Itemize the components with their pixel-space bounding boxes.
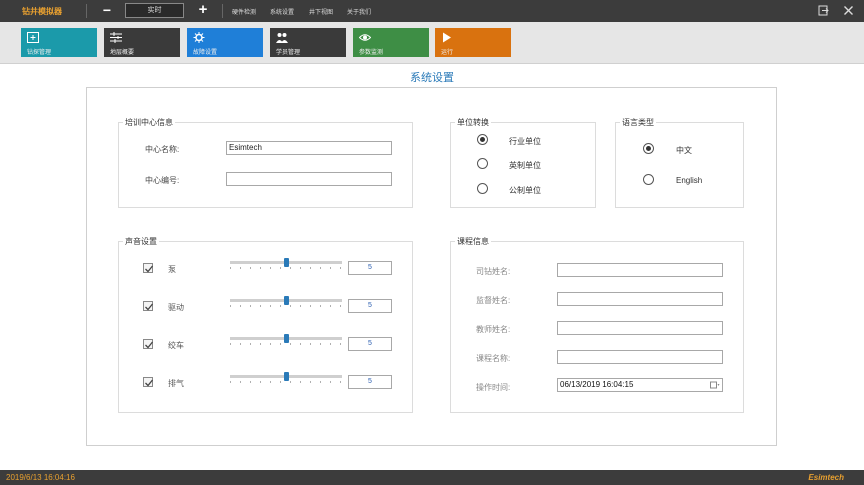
language-english-radio[interactable] <box>643 174 654 185</box>
exit-icon[interactable] <box>818 5 829 16</box>
slider-thumb[interactable] <box>284 258 289 267</box>
toolbar-fault-settings[interactable]: 故障设置 <box>187 28 263 57</box>
toolbar-drilling-management[interactable]: 钻探管理 <box>21 28 97 57</box>
teacher-name-label: 教师姓名: <box>476 325 511 334</box>
operation-time-label: 操作时间: <box>476 383 511 392</box>
slider-thumb[interactable] <box>284 372 289 381</box>
menu-hardware-check[interactable]: 硬件检测 <box>232 7 256 16</box>
toolbar-student-management[interactable]: 学员管理 <box>270 28 346 57</box>
page-title: 系统设置 <box>410 72 454 84</box>
toolbar-label: 故障设置 <box>193 50 218 56</box>
language-chinese-radio[interactable] <box>643 143 654 154</box>
toolbar-formation-overview[interactable]: 地层概要 <box>104 28 180 57</box>
center-code-input[interactable] <box>226 172 392 186</box>
toolbar-label: 钻探管理 <box>27 50 52 56</box>
separator <box>222 4 223 18</box>
toolbar-label: 运行 <box>441 50 454 56</box>
app-title: 钻井模拟器 <box>22 7 62 16</box>
group-title: 课程信息 <box>455 236 491 247</box>
slider-ticks <box>230 381 342 383</box>
title-bar: 钻井模拟器 − 实时 + 硬件检测 系统设置 井下视图 关于我们 <box>0 0 864 22</box>
language-option-label: 中文 <box>676 146 692 155</box>
teacher-name-input[interactable] <box>557 321 723 335</box>
language-option-label: English <box>676 176 703 185</box>
sound-label: 排气 <box>168 379 184 388</box>
slider-thumb[interactable] <box>284 296 289 305</box>
toolbar: 钻探管理 地层概要 故障设置 学员管理 参数监测 运行 <box>0 22 864 64</box>
training-center-group: 培训中心信息 <box>118 117 413 208</box>
menu-system-settings[interactable]: 系统设置 <box>270 7 294 16</box>
supervisor-name-label: 监督姓名: <box>476 296 511 305</box>
course-name-input[interactable] <box>557 350 723 364</box>
sound-label: 驱动 <box>168 303 184 312</box>
sound-label: 泵 <box>168 265 176 274</box>
center-code-label: 中心编号: <box>145 176 180 185</box>
language-group: 语言类型 <box>615 117 744 208</box>
group-title: 声音设置 <box>123 236 159 247</box>
unit-option-label: 公制单位 <box>509 186 541 195</box>
eye-icon <box>358 32 372 43</box>
mode-display[interactable]: 实时 <box>125 3 184 18</box>
close-icon[interactable] <box>843 5 854 16</box>
separator <box>86 4 87 18</box>
unit-metric-radio[interactable] <box>477 183 488 194</box>
slider-ticks <box>230 267 342 269</box>
unit-option-label: 行业单位 <box>509 137 541 146</box>
exhaust-volume-input[interactable]: 5 <box>348 375 392 389</box>
gear-icon <box>193 32 205 43</box>
center-name-input[interactable]: Esimtech <box>226 141 392 155</box>
toolbar-parameter-monitoring[interactable]: 参数监测 <box>353 28 429 57</box>
slider-ticks <box>230 343 342 345</box>
toolbar-label: 学员管理 <box>276 50 301 56</box>
drawworks-sound-checkbox[interactable] <box>143 339 154 349</box>
operation-time-picker[interactable]: 06/13/2019 16:04:15 <box>557 378 723 392</box>
supervisor-name-input[interactable] <box>557 292 723 306</box>
drawworks-volume-input[interactable]: 5 <box>348 337 392 351</box>
layers-icon <box>110 32 122 43</box>
users-icon <box>276 32 288 43</box>
drive-volume-input[interactable]: 5 <box>348 299 392 313</box>
group-title: 单位转换 <box>455 117 491 128</box>
add-window-icon <box>27 32 39 43</box>
unit-industry-radio[interactable] <box>477 134 488 145</box>
increase-button[interactable]: + <box>196 2 210 18</box>
play-icon <box>441 32 453 43</box>
exhaust-sound-checkbox[interactable] <box>143 377 154 387</box>
menu-downhole-view[interactable]: 井下视图 <box>309 7 333 16</box>
center-name-label: 中心名称: <box>145 145 180 154</box>
calendar-icon[interactable] <box>710 381 720 389</box>
status-datetime: 2019/6/13 16:04:16 <box>6 473 75 482</box>
unit-imperial-radio[interactable] <box>477 158 488 169</box>
slider-thumb[interactable] <box>284 334 289 343</box>
driller-name-input[interactable] <box>557 263 723 277</box>
group-title: 语言类型 <box>620 117 656 128</box>
unit-option-label: 英制单位 <box>509 161 541 170</box>
pump-sound-checkbox[interactable] <box>143 263 154 273</box>
toolbar-label: 参数监测 <box>359 50 384 56</box>
slider-ticks <box>230 305 342 307</box>
drive-sound-checkbox[interactable] <box>143 301 154 311</box>
status-bar: 2019/6/13 16:04:16 Esimtech <box>0 470 864 485</box>
brand-logo: Esimtech <box>808 473 844 482</box>
group-title: 培训中心信息 <box>123 117 175 128</box>
menu-about-us[interactable]: 关于我们 <box>347 7 371 16</box>
course-name-label: 课程名称: <box>476 354 511 363</box>
decrease-button[interactable]: − <box>100 2 114 18</box>
toolbar-run[interactable]: 运行 <box>435 28 511 57</box>
sound-label: 绞车 <box>168 341 184 350</box>
driller-name-label: 司钻姓名: <box>476 267 511 276</box>
pump-volume-input[interactable]: 5 <box>348 261 392 275</box>
toolbar-label: 地层概要 <box>110 50 135 56</box>
